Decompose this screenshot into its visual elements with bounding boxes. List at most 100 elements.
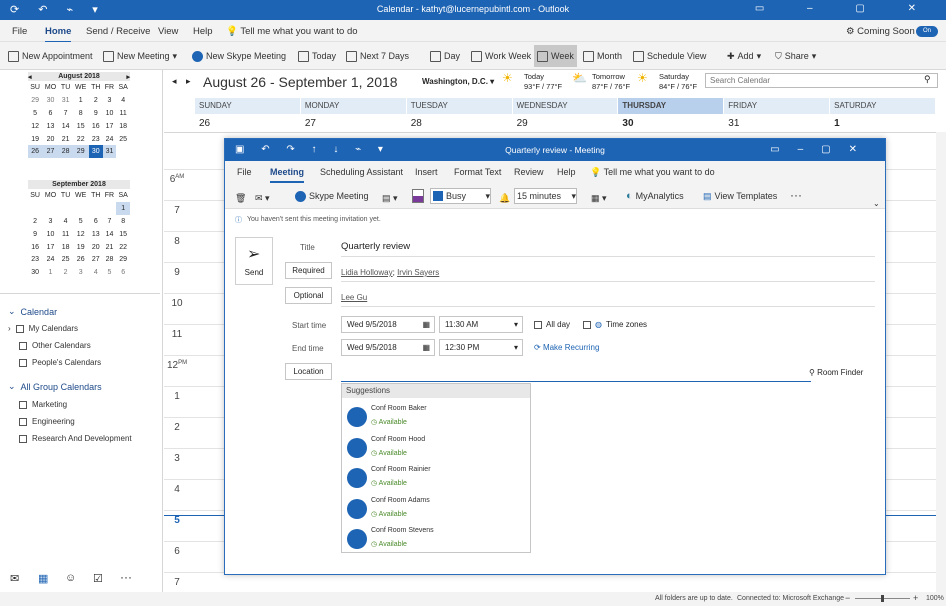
end-time-select[interactable]: 12:30 PM ▾ xyxy=(439,339,523,356)
mini-cal-day[interactable]: 7 xyxy=(59,107,73,120)
tasks-icon[interactable]: ☑ xyxy=(93,572,103,585)
zoom-thumb[interactable] xyxy=(881,595,884,602)
required-button[interactable]: Required xyxy=(285,262,332,279)
checkbox[interactable] xyxy=(19,434,27,443)
meeting-tab-help[interactable]: Help xyxy=(557,167,576,177)
new-appointment-button[interactable]: New Appointment xyxy=(8,48,93,64)
mini-cal-day[interactable]: 8 xyxy=(116,215,130,228)
mini-cal-day[interactable]: 15 xyxy=(116,228,130,241)
mini-cal-day[interactable]: 28 xyxy=(103,253,117,266)
other-calendars-item[interactable]: Other Calendars xyxy=(19,341,91,350)
room-finder-button[interactable]: ⚲ Room Finder xyxy=(809,368,863,377)
room-suggestion[interactable]: Conf Room Adams ◷ Available xyxy=(347,496,525,524)
mini-cal-day[interactable]: 26 xyxy=(72,253,89,266)
more-options-button[interactable]: ··· xyxy=(790,187,802,203)
meeting-tab-file[interactable]: File xyxy=(237,167,252,177)
myanalytics-button[interactable]: ◐ MyAnalytics xyxy=(626,188,684,204)
mini-cal-day[interactable]: 25 xyxy=(116,133,130,146)
show-as-select[interactable]: Busy ▾ xyxy=(430,188,491,204)
mini-cal-day[interactable]: 12 xyxy=(28,120,42,133)
mini-cal-day[interactable]: 9 xyxy=(89,107,103,120)
marketing-item[interactable]: Marketing xyxy=(19,400,67,409)
mini-cal-day[interactable]: 29 xyxy=(116,253,130,266)
meeting-tab-meeting[interactable]: Meeting xyxy=(270,167,305,183)
mini-cal-day[interactable]: 1 xyxy=(42,266,59,279)
day-number[interactable]: 31 xyxy=(724,118,739,129)
optional-button[interactable]: Optional xyxy=(285,287,332,304)
prev-month-icon[interactable]: ◂ xyxy=(28,73,32,81)
tab-help[interactable]: Help xyxy=(193,26,213,37)
mini-cal-day[interactable]: 27 xyxy=(89,253,103,266)
mini-cal-day[interactable]: 3 xyxy=(42,215,59,228)
room-suggestion[interactable]: Conf Room Hood ◷ Available xyxy=(347,435,525,463)
engineering-item[interactable]: Engineering xyxy=(19,417,75,426)
mini-cal-day[interactable]: 29 xyxy=(72,145,89,159)
mini-cal-day[interactable]: 19 xyxy=(28,133,42,146)
window-controls[interactable]: ▭ – ▢ ✕ xyxy=(755,3,936,14)
mini-cal-day[interactable]: 9 xyxy=(28,228,42,241)
reminder-select[interactable]: 15 minutes ▾ xyxy=(514,188,577,204)
mini-cal-day[interactable]: 13 xyxy=(42,120,59,133)
all-group-calendars-header[interactable]: ⌄ All Group Calendars xyxy=(8,381,102,392)
coming-soon-toggle[interactable]: On xyxy=(916,26,938,37)
day-number[interactable]: 26 xyxy=(195,118,210,129)
mini-cal-day[interactable]: 4 xyxy=(116,94,130,107)
meeting-tab-format[interactable]: Format Text xyxy=(454,167,501,177)
tab-view[interactable]: View xyxy=(158,26,178,37)
mini-cal-day[interactable]: 13 xyxy=(89,228,103,241)
view-options-icon[interactable]: ▦ ▾ xyxy=(591,190,607,206)
people-icon[interactable]: ☺ xyxy=(65,572,76,584)
day-header[interactable]: MONDAY xyxy=(300,98,406,114)
mini-cal-day[interactable]: 5 xyxy=(28,107,42,120)
mini-cal-day[interactable]: 15 xyxy=(72,120,89,133)
mini-cal-day[interactable]: 23 xyxy=(89,133,103,146)
tab-file[interactable]: File xyxy=(12,26,27,37)
checkbox[interactable] xyxy=(583,320,591,329)
new-meeting-button[interactable]: New Meeting ▾ xyxy=(103,48,177,64)
meeting-tab-scheduling[interactable]: Scheduling Assistant xyxy=(320,167,403,177)
mini-cal-day[interactable]: 16 xyxy=(89,120,103,133)
send-button[interactable]: ➢ Send xyxy=(235,237,273,285)
weather-location[interactable]: Washington, D.C. ▾ xyxy=(422,77,494,86)
search-calendar-input[interactable] xyxy=(705,73,938,88)
more-icon[interactable]: ··· xyxy=(120,570,132,584)
tell-me-search[interactable]: 💡 Tell me what you want to do xyxy=(226,26,358,37)
new-skype-meeting-button[interactable]: New Skype Meeting xyxy=(192,48,286,64)
room-suggestion[interactable]: Conf Room Rainier ◷ Available xyxy=(347,465,525,493)
mini-cal-day[interactable]: 14 xyxy=(59,120,73,133)
meeting-window-controls[interactable]: ▭–▢✕ xyxy=(770,144,875,155)
next-week-icon[interactable]: ▸ xyxy=(186,76,191,87)
checkbox[interactable] xyxy=(19,341,27,350)
mini-cal-day[interactable]: 22 xyxy=(72,133,89,146)
mini-cal-day[interactable]: 1 xyxy=(72,94,89,107)
attendee-link[interactable]: Lidia Holloway xyxy=(341,268,393,277)
mini-cal-day[interactable]: 10 xyxy=(103,107,117,120)
mini-cal-day[interactable]: 8 xyxy=(72,107,89,120)
mini-cal-day[interactable]: 4 xyxy=(89,266,103,279)
day-header[interactable]: WEDNESDAY xyxy=(512,98,618,114)
day-header[interactable]: SATURDAY xyxy=(830,98,935,114)
zoom-in-icon[interactable]: + xyxy=(913,593,918,603)
mini-cal-day[interactable]: 6 xyxy=(116,266,130,279)
mini-cal-day[interactable]: 2 xyxy=(28,215,42,228)
today-button[interactable]: Today xyxy=(298,48,336,64)
share-button[interactable]: ⛉ Share ▾ xyxy=(775,48,816,64)
send-options-icon[interactable]: ✉ ▾ xyxy=(255,190,270,206)
mini-cal-day[interactable]: 26 xyxy=(28,145,43,159)
optional-attendee[interactable]: Lee Gu xyxy=(341,293,367,302)
mini-cal-day[interactable]: 18 xyxy=(116,120,130,133)
mini-cal-day[interactable]: 3 xyxy=(72,266,89,279)
mini-cal-day[interactable]: 11 xyxy=(59,228,73,241)
day-view-button[interactable]: Day xyxy=(430,48,460,64)
delete-icon[interactable]: 🗑 xyxy=(235,190,246,206)
room-suggestion[interactable]: Conf Room Baker ◷ Available xyxy=(347,404,525,432)
mini-cal-day[interactable]: 28 xyxy=(58,145,73,159)
day-header[interactable]: TUESDAY xyxy=(406,98,512,114)
day-header[interactable]: THURSDAY xyxy=(618,98,724,114)
work-week-button[interactable]: Work Week xyxy=(471,48,531,64)
mini-cal-day[interactable]: 5 xyxy=(103,266,117,279)
mini-cal-day[interactable]: 3 xyxy=(103,94,117,107)
make-recurring-button[interactable]: ⟳ Make Recurring xyxy=(534,343,599,352)
mini-cal-day[interactable]: 21 xyxy=(59,133,73,146)
checkbox[interactable] xyxy=(19,358,27,367)
